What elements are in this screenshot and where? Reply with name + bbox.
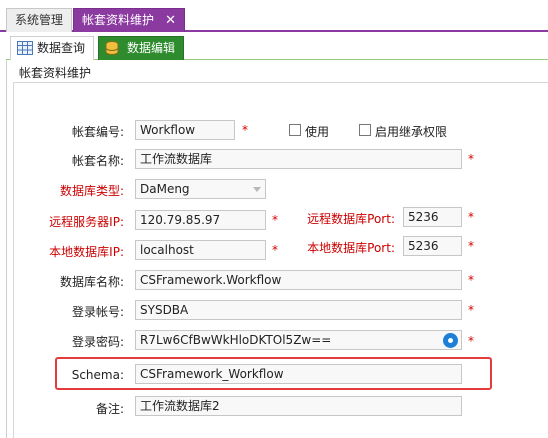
local-port-label: 本地数据库Port: [307, 241, 395, 255]
tab-data-query[interactable]: 数据查询 [10, 36, 94, 60]
schema-label: Schema: [71, 368, 124, 382]
required-mark: * [242, 123, 248, 137]
tab-label: 数据查询 [37, 41, 86, 55]
db-type-label: 数据库类型: [59, 184, 124, 198]
account-name-label: 帐套名称: [71, 154, 124, 168]
close-icon[interactable]: ✕ [165, 9, 176, 32]
local-port-input[interactable]: 5236 [403, 236, 462, 256]
required-mark: * [272, 213, 278, 227]
remote-port-label: 远程数据库Port: [307, 212, 395, 226]
use-checkbox[interactable] [289, 124, 301, 136]
chevron-down-icon[interactable] [253, 187, 261, 192]
db-name-input[interactable]: CSFramework.Workflow [135, 270, 462, 290]
tab-data-edit[interactable]: 数据编辑 [98, 36, 184, 60]
required-mark: * [468, 210, 474, 224]
required-mark: * [468, 303, 474, 317]
remote-port-input[interactable]: 5236 [403, 207, 462, 227]
required-mark: * [468, 239, 474, 253]
remark-label: 备注: [95, 402, 124, 416]
account-code-input[interactable]: Workflow [135, 120, 235, 140]
group-divider [13, 82, 548, 83]
inherit-permission-checkbox[interactable] [359, 124, 371, 136]
db-type-value: DaMeng [140, 182, 190, 196]
login-password-input[interactable]: R7Lw6CfBwWkHloDKTOl5Zw== [135, 330, 462, 350]
remark-input[interactable]: 工作流数据库2 [135, 396, 462, 416]
required-mark: * [272, 243, 278, 257]
tab-system-management[interactable]: 系统管理 [6, 8, 72, 32]
inherit-permission-label[interactable]: 启用继承权限 [375, 123, 447, 140]
use-checkbox-label[interactable]: 使用 [305, 123, 329, 140]
tab-label: 数据编辑 [127, 41, 176, 55]
required-mark: * [468, 152, 474, 166]
required-mark: * [468, 334, 474, 348]
account-code-label: 帐套编号: [71, 125, 124, 139]
login-password-value: R7Lw6CfBwWkHloDKTOl5Zw== [140, 333, 332, 347]
database-icon [105, 41, 119, 55]
tab-account-maintenance[interactable]: 帐套资料维护 ✕ [73, 8, 185, 32]
tab-label: 帐套资料维护 [82, 13, 155, 27]
account-name-input[interactable]: 工作流数据库 [135, 149, 462, 169]
top-tab-bar: 系统管理 帐套资料维护 ✕ [0, 0, 548, 32]
group-title: 帐套资料维护 [19, 66, 92, 80]
remote-ip-input[interactable]: 120.79.85.97 [135, 210, 266, 230]
login-account-label: 登录帐号: [71, 305, 124, 319]
local-ip-label: 本地数据库IP: [49, 245, 124, 259]
db-type-select[interactable]: DaMeng [135, 179, 266, 199]
eye-icon[interactable] [443, 333, 458, 348]
tab-label: 系统管理 [15, 13, 64, 27]
db-name-label: 数据库名称: [59, 275, 124, 289]
remote-ip-label: 远程服务器IP: [49, 215, 124, 229]
required-mark: * [468, 273, 474, 287]
login-password-label: 登录密码: [71, 335, 124, 349]
grid-icon [17, 41, 33, 55]
group-border [13, 82, 14, 438]
login-account-input[interactable]: SYSDBA [135, 300, 462, 320]
sub-tab-bar: 数据查询 数据编辑 [6, 34, 548, 60]
local-ip-input[interactable]: localhost [135, 240, 266, 260]
schema-input[interactable]: CSFramework_Workflow [135, 364, 462, 384]
